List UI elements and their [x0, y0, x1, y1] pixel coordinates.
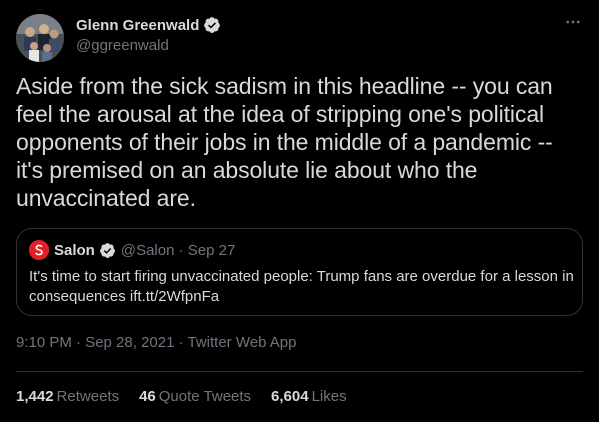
quote-tweets-stat[interactable]: 46 Quote Tweets [139, 388, 251, 405]
likes-label: Likes [311, 388, 347, 405]
verified-badge-icon [99, 242, 115, 258]
likes-count: 6,604 [271, 388, 309, 405]
tweet-header: Glenn Greenwald @ggreenwald [16, 12, 583, 62]
author-handle[interactable]: @ggreenwald [76, 37, 221, 54]
engagement-stats: 1,442 Retweets 46 Quote Tweets 6,604 Likes [16, 388, 367, 405]
tweet: Glenn Greenwald @ggreenwald Aside from t… [0, 0, 599, 422]
avatar-photo [16, 14, 64, 62]
tweet-text: Aside from the sick sadism in this headl… [16, 73, 553, 211]
retweets-stat[interactable]: 1,442 Retweets [16, 388, 119, 405]
more-dots [566, 20, 580, 24]
verified-badge-icon [204, 17, 221, 33]
quoted-tweet-header: Salon @Salon · Sep 27 [29, 240, 235, 260]
tweet-timestamp[interactable]: 9:10 PM · Sep 28, 2021 · Twitter Web App [16, 334, 296, 351]
quoted-tweet-text: It's time to start firing unvaccinated p… [29, 268, 574, 305]
author-info[interactable]: Glenn Greenwald @ggreenwald [76, 15, 221, 54]
quote-tweets-label: Quote Tweets [158, 388, 252, 405]
likes-stat[interactable]: 6,604 Likes [271, 388, 347, 405]
author-name[interactable]: Glenn Greenwald [76, 17, 199, 34]
salon-logo-icon [29, 240, 49, 260]
quoted-tweet[interactable]: Salon @Salon · Sep 27 It's time to start… [16, 228, 583, 316]
quote-tweets-count: 46 [139, 388, 156, 405]
more-horizontal-icon[interactable] [563, 12, 583, 32]
retweets-label: Retweets [56, 388, 120, 405]
avatar[interactable] [16, 14, 64, 62]
divider [16, 371, 583, 372]
retweets-count: 1,442 [16, 388, 54, 405]
quoted-author-name: Salon [54, 241, 95, 259]
quoted-handle-date: @Salon · Sep 27 [120, 241, 236, 259]
